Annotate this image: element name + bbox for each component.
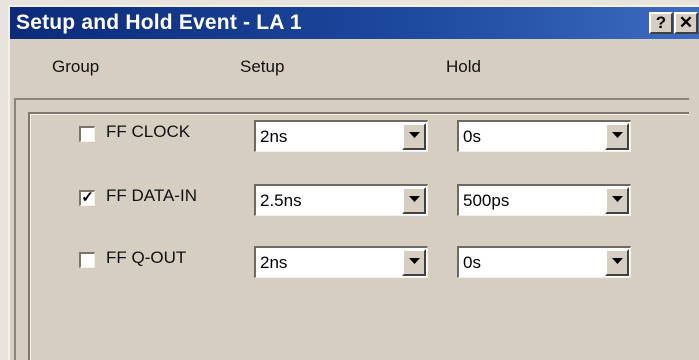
hold-dropdown-button[interactable]	[605, 123, 629, 150]
ff-clock-label[interactable]: FF CLOCK	[106, 122, 190, 142]
setup-dropdown-button[interactable]	[402, 249, 426, 276]
hold-value: 0s	[463, 253, 481, 272]
ff-q-out-setup-select[interactable]: 2ns	[254, 246, 428, 278]
chevron-down-icon	[409, 258, 420, 264]
row-ff-q-out: FF Q-OUT 2ns 0s	[0, 246, 699, 282]
chevron-down-icon	[612, 258, 623, 264]
column-header-hold: Hold	[446, 57, 481, 76]
close-icon: ✕	[678, 13, 694, 32]
row-ff-clock: FF CLOCK 2ns 0s	[0, 120, 699, 156]
ff-clock-checkbox[interactable]	[79, 126, 95, 142]
column-header-setup: Setup	[240, 57, 285, 76]
close-button[interactable]: ✕	[674, 12, 698, 34]
ff-q-out-hold-select[interactable]: 0s	[457, 246, 631, 278]
ff-clock-setup-select[interactable]: 2ns	[254, 120, 428, 152]
ff-data-in-hold-select[interactable]: 500ps	[457, 184, 631, 216]
setup-dropdown-button[interactable]	[402, 123, 426, 150]
column-header-group: Group	[52, 57, 100, 76]
chevron-down-icon	[612, 132, 623, 138]
help-icon: ?	[655, 13, 667, 32]
ff-q-out-label[interactable]: FF Q-OUT	[106, 248, 186, 268]
ff-data-in-setup-select[interactable]: 2.5ns	[254, 184, 428, 216]
row-ff-data-in: ✓ FF DATA-IN 2.5ns 500ps	[0, 184, 699, 220]
chevron-down-icon	[409, 132, 420, 138]
hold-value: 0s	[463, 127, 481, 146]
title-bar[interactable]: Setup and Hold Event - LA 1 ? ✕	[10, 7, 699, 39]
hold-value: 500ps	[463, 191, 510, 210]
ff-data-in-checkbox[interactable]: ✓	[79, 190, 95, 206]
setup-value: 2ns	[260, 127, 288, 146]
setup-dropdown-button[interactable]	[402, 187, 426, 214]
chevron-down-icon	[612, 196, 623, 202]
ff-q-out-checkbox[interactable]	[79, 252, 95, 268]
setup-value: 2.5ns	[260, 191, 302, 210]
setup-value: 2ns	[260, 253, 288, 272]
hold-dropdown-button[interactable]	[605, 249, 629, 276]
help-button[interactable]: ?	[649, 12, 673, 34]
ff-clock-hold-select[interactable]: 0s	[457, 120, 631, 152]
chevron-down-icon	[409, 196, 420, 202]
hold-dropdown-button[interactable]	[605, 187, 629, 214]
checkbox-icon: ✓	[81, 189, 94, 206]
screen-background: Setup and Hold Event - LA 1 ? ✕ Group Se…	[0, 0, 699, 360]
ff-data-in-label[interactable]: FF DATA-IN	[106, 186, 197, 206]
window-title: Setup and Hold Event - LA 1	[16, 11, 302, 34]
